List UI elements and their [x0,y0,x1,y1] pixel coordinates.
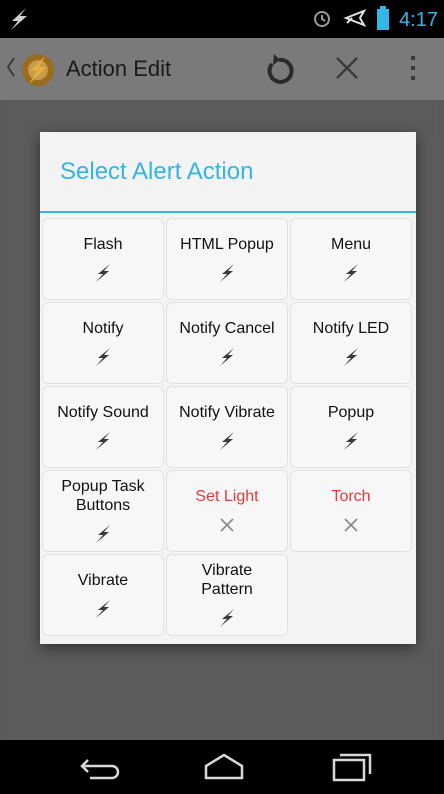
action-item-label: Menu [330,235,372,253]
bolt-icon [216,607,238,629]
action-item-notify-sound[interactable]: Notify Sound [42,386,164,468]
action-item-label: Torch [331,487,371,505]
action-item-notify[interactable]: Notify [42,302,164,384]
tasker-app-icon[interactable] [18,50,58,90]
bolt-icon [92,598,114,620]
action-item-label: Notify Sound [57,403,149,421]
status-bar: 4:17 [0,0,444,38]
alarm-icon [311,7,333,34]
bolt-icon [216,262,238,284]
bolt-icon [92,430,114,452]
action-item-set-light[interactable]: Set Light [166,470,288,552]
dialog-title: Select Alert Action [60,158,254,185]
action-item-label: Popup [327,403,375,421]
back-chevron-icon[interactable] [6,56,16,83]
action-bar: Action Edit [0,38,444,100]
battery-icon [377,6,390,35]
action-item-flash[interactable]: Flash [42,218,164,300]
bolt-icon [340,430,362,452]
title-divider [40,211,416,213]
overflow-menu-icon[interactable] [408,54,418,87]
unavailable-x-icon [216,514,238,536]
action-item-notify-cancel[interactable]: Notify Cancel [166,302,288,384]
action-item-torch[interactable]: Torch [290,470,412,552]
action-item-label: Popup Task Buttons [61,478,145,514]
action-item-notify-vibrate[interactable]: Notify Vibrate [166,386,288,468]
bolt-icon [340,262,362,284]
action-grid: Flash HTML Popup Menu Notify Notify Cancel No… [42,218,414,642]
bolt-icon [216,346,238,368]
bolt-icon [216,430,238,452]
action-item-label: Vibrate [77,571,129,589]
action-item-vibrate[interactable]: Vibrate [42,554,164,636]
action-item-label: HTML Popup [180,235,274,253]
action-item-vibrate-pattern[interactable]: Vibrate Pattern [166,554,288,636]
tasker-icon [6,6,32,37]
page-title: Action Edit [66,56,172,81]
action-item-popup[interactable]: Popup [290,386,412,468]
action-item-label: Notify Cancel [179,319,275,337]
unavailable-x-icon [340,514,362,536]
action-item-label: Notify LED [312,319,390,337]
bolt-icon [92,262,114,284]
home-icon[interactable] [202,752,246,787]
action-item-notify-led[interactable]: Notify LED [290,302,412,384]
bolt-icon [92,523,114,545]
bolt-icon [92,346,114,368]
action-item-html-popup[interactable]: HTML Popup [166,218,288,300]
back-icon[interactable] [78,752,124,787]
action-item-label: Vibrate Pattern [201,562,253,598]
action-item-popup-task-buttons[interactable]: Popup Task Buttons [42,470,164,552]
action-item-label: Flash [83,235,123,253]
navigation-bar [0,740,444,794]
close-icon[interactable] [333,54,361,87]
action-item-label: Notify [82,319,124,337]
action-item-label: Notify Vibrate [179,403,275,421]
recents-icon[interactable] [330,752,374,787]
select-alert-action-dialog: Select Alert Action Flash HTML Popup Menu N… [40,132,416,644]
airplane-icon [343,7,367,34]
undo-icon[interactable] [262,52,296,91]
action-item-menu[interactable]: Menu [290,218,412,300]
action-item-label: Set Light [195,487,259,505]
bolt-icon [340,346,362,368]
status-time: 4:17 [399,9,438,31]
